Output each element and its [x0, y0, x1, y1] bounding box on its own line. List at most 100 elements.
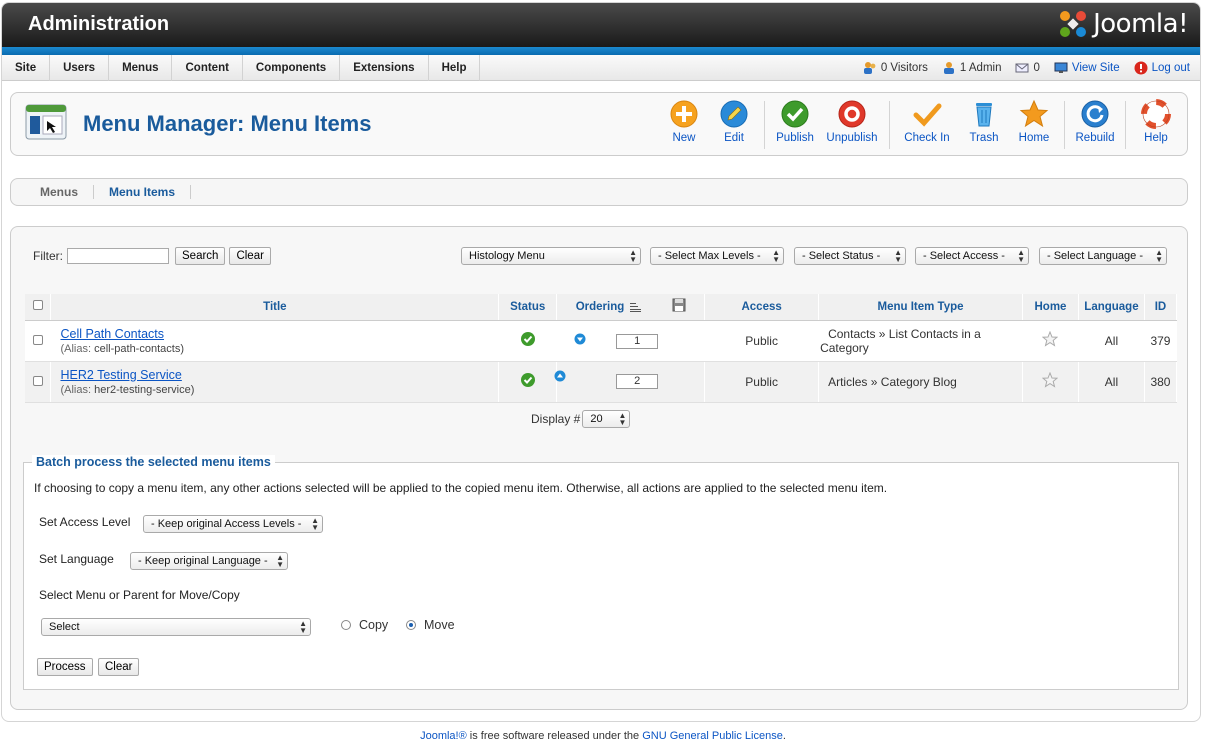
batch-menu-parent-select[interactable]: Select ▲ ▼ [41, 618, 311, 636]
monitor-icon [1054, 62, 1068, 73]
access-cell: Public [704, 320, 820, 362]
select-arrows-icon: ▲ ▼ [299, 619, 307, 635]
trash-icon [976, 103, 992, 127]
save-order-icon[interactable] [672, 298, 686, 312]
order-input[interactable]: 2 [616, 373, 659, 389]
published-check-icon[interactable] [520, 331, 536, 347]
menu-select[interactable]: Histology Menu ▲ ▼ [461, 247, 641, 265]
process-button[interactable]: Process [37, 658, 93, 676]
help-button[interactable]: Help [1131, 99, 1181, 151]
batch-legend: Batch process the selected menu items [32, 455, 275, 469]
id-cell: 379 [1144, 320, 1178, 362]
trash-button[interactable]: Trash [959, 99, 1009, 151]
rebuild-button[interactable]: Rebuild [1070, 99, 1120, 151]
select-arrows-icon: ▲ ▼ [894, 248, 902, 264]
star-outline-icon[interactable] [1042, 330, 1059, 347]
menu-users[interactable]: Users [50, 55, 110, 81]
select-arrows-icon: ▲ ▼ [618, 411, 627, 427]
col-access[interactable]: Access [704, 294, 820, 321]
tab-menu-items[interactable]: Menu Items [94, 185, 192, 199]
col-language[interactable]: Language [1078, 294, 1145, 321]
batch-language-select[interactable]: - Keep original Language - ▲ ▼ [130, 552, 288, 570]
table-header-row: Title Status Ordering Access Menu Item T… [25, 294, 1178, 321]
id-cell: 380 [1144, 361, 1178, 403]
menu-content[interactable]: Content [172, 55, 243, 81]
batch-clear-button[interactable]: Clear [98, 658, 140, 676]
sort-icon [630, 303, 642, 313]
users-icon [863, 62, 876, 74]
select-arrows-icon: ▲ ▼ [772, 248, 780, 264]
header-strip [2, 47, 1200, 55]
published-check-icon[interactable] [520, 372, 536, 388]
col-status[interactable]: Status [498, 294, 558, 321]
select-all-checkbox[interactable] [32, 300, 43, 311]
copy-radio[interactable] [341, 620, 351, 630]
move-down-icon[interactable] [574, 333, 586, 345]
gpl-license-link[interactable]: GNU General Public License [642, 730, 783, 742]
status-select[interactable]: - Select Status - ▲ ▼ [794, 247, 906, 265]
menu-manager-icon [25, 104, 67, 140]
row-checkbox[interactable] [32, 375, 43, 386]
new-button[interactable]: New [659, 99, 709, 151]
batch-access-select[interactable]: - Keep original Access Levels - ▲ ▼ [143, 515, 323, 533]
item-alias: (Alias: her2-testing-service) [60, 383, 195, 396]
star-icon [1019, 99, 1049, 128]
search-button[interactable]: Search [175, 247, 226, 265]
move-copy-label: Select Menu or Parent for Move/Copy [39, 588, 240, 602]
select-arrows-icon: ▲ ▼ [311, 516, 319, 532]
max-levels-select[interactable]: - Select Max Levels - ▲ ▼ [650, 247, 784, 265]
menu-components[interactable]: Components [243, 55, 341, 81]
toolbar-divider [1064, 101, 1065, 149]
checkin-button[interactable]: Check In [895, 99, 959, 151]
logout-link[interactable]: Log out [1134, 61, 1190, 75]
messages-status[interactable]: 0 [1015, 62, 1040, 74]
unpublish-button[interactable]: Unpublish [820, 99, 884, 151]
row-checkbox[interactable] [32, 334, 43, 345]
menu-extensions[interactable]: Extensions [340, 55, 429, 81]
col-menu-item-type[interactable]: Menu Item Type [818, 294, 1023, 321]
order-input[interactable]: 1 [616, 333, 659, 349]
col-home[interactable]: Home [1022, 294, 1079, 321]
home-button[interactable]: Home [1009, 99, 1059, 151]
star-outline-icon[interactable] [1042, 371, 1059, 388]
batch-description: If choosing to copy a menu item, any oth… [34, 481, 888, 495]
joomla-link[interactable]: Joomla!® [420, 730, 467, 742]
row-select-cell [25, 361, 52, 403]
refresh-icon [1081, 100, 1109, 128]
filter-search-input[interactable] [67, 248, 169, 264]
joomla-logo-icon [1060, 11, 1087, 37]
tab-menus[interactable]: Menus [25, 185, 95, 199]
select-all-cell [25, 294, 52, 321]
pencil-icon [720, 100, 748, 128]
joomla-logo-text: Joomla! [1093, 9, 1188, 39]
status-bar: 0 Visitors 1 Admin 0 View Site Log out [863, 55, 1190, 81]
joomla-logo: Joomla! [1057, 8, 1188, 40]
view-site-link[interactable]: View Site [1054, 62, 1120, 74]
col-id[interactable]: ID [1144, 294, 1178, 321]
access-select[interactable]: - Select Access - ▲ ▼ [915, 247, 1029, 265]
clear-filter-button[interactable]: Clear [229, 247, 271, 265]
publish-button[interactable]: Publish [770, 99, 820, 151]
toolbar-buttons: New Edit Publish Unpublish Check In Tras… [659, 99, 1181, 151]
menu-menus[interactable]: Menus [109, 55, 173, 81]
item-title-link[interactable]: HER2 Testing Service [60, 368, 497, 382]
item-title-link[interactable]: Cell Path Contacts [60, 327, 497, 341]
stop-circle-icon [838, 100, 866, 128]
language-select[interactable]: - Select Language - ▲ ▼ [1039, 247, 1167, 265]
display-limit-select[interactable]: 20 ▲ ▼ [582, 410, 631, 428]
toolbar-divider [764, 101, 765, 149]
toolbar-divider [889, 101, 890, 149]
menu-site[interactable]: Site [2, 55, 51, 81]
admin-header: Administration Joomla! [2, 3, 1200, 47]
type-cell: Articles » Category Blog [818, 361, 1023, 403]
col-ordering[interactable]: Ordering [556, 294, 706, 321]
edit-button[interactable]: Edit [709, 99, 759, 151]
user-icon [943, 62, 954, 74]
menu-help[interactable]: Help [429, 55, 481, 81]
move-up-icon[interactable] [554, 370, 566, 382]
col-title[interactable]: Title [50, 294, 500, 321]
display-label: Display # [531, 412, 581, 426]
filter-bar: Filter: Search Clear [33, 247, 271, 265]
home-cell [1022, 361, 1079, 403]
move-radio[interactable] [406, 620, 416, 630]
